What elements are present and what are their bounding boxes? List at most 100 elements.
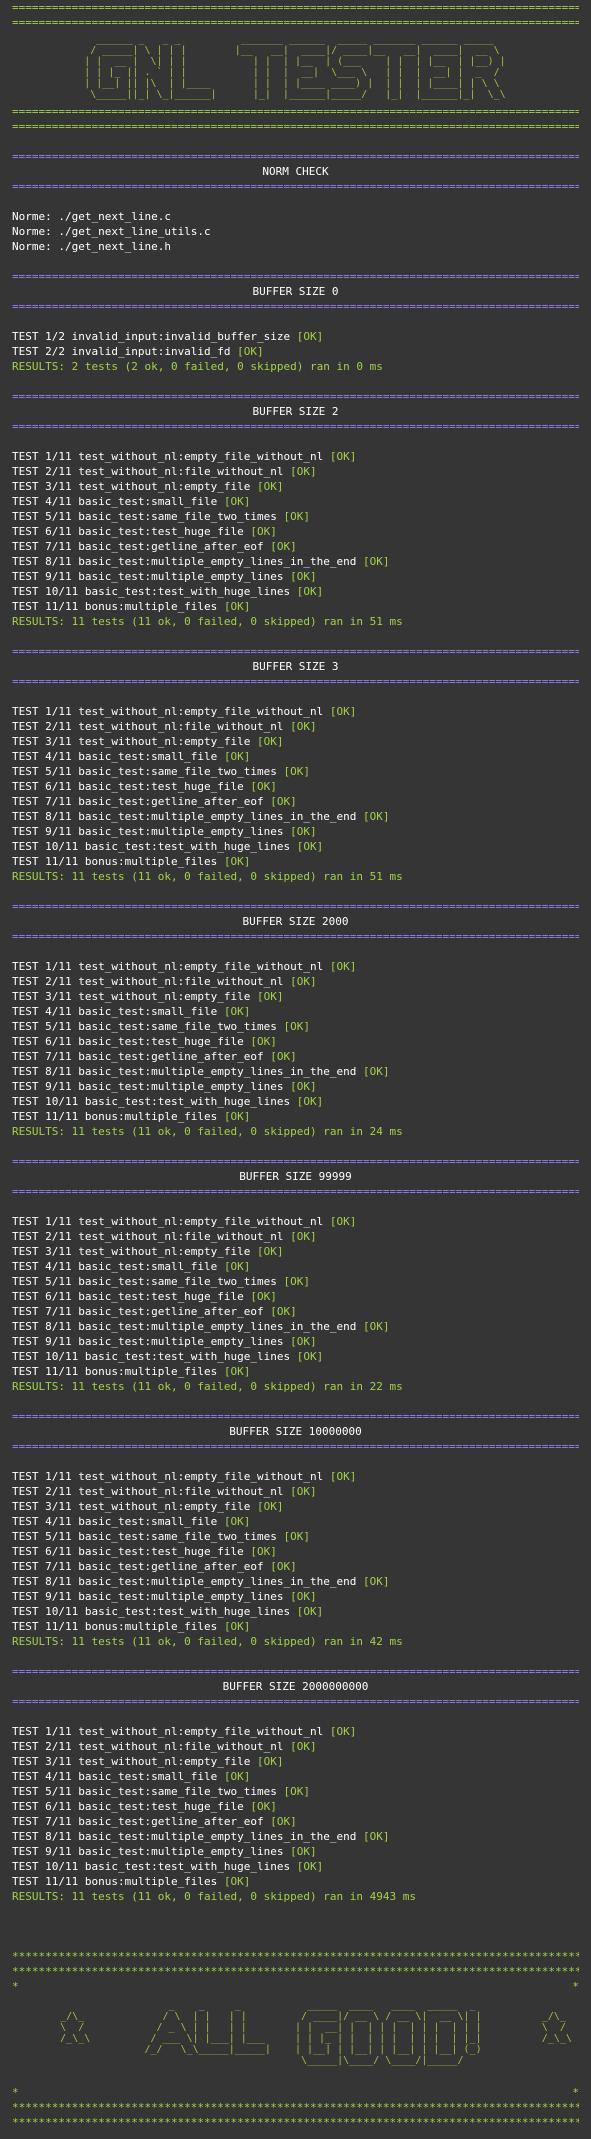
ok-badge: [OK] [223,1005,251,1018]
ok-badge: [OK] [290,825,317,838]
test-name: TEST 6/11 basic_test:test_huge_file [12,1545,244,1558]
ok-badge: [OK] [223,1515,251,1528]
ok-badge: [OK] [296,1095,324,1108]
section-title: BUFFER SIZE 0 [252,285,339,298]
ok-badge: [OK] [250,1035,277,1048]
test-name: TEST 3/11 test_without_nl:empty_file [12,480,251,493]
test-result-row: TEST 2/11 test_without_nl:file_without_n… [12,974,579,989]
ok-badge: [OK] [363,1320,390,1333]
test-result-row: TEST 1/11 test_without_nl:empty_file_wit… [12,1469,579,1484]
ok-badge: [OK] [257,480,284,493]
separator-line: ========================================… [12,1410,579,1423]
separator-line: ========================================… [12,1440,579,1453]
ok-badge: [OK] [223,1260,251,1273]
ok-badge: [OK] [223,1770,251,1783]
results-summary: RESULTS: 11 tests (11 ok, 0 failed, 0 sk… [12,1635,403,1648]
test-name: TEST 11/11 bonus:multiple_files [12,600,218,613]
test-result-row: TEST 9/11 basic_test:multiple_empty_line… [12,1844,579,1859]
test-name: TEST 4/11 basic_test:small_file [12,1005,218,1018]
test-name: TEST 1/11 test_without_nl:empty_file_wit… [12,1470,324,1483]
terminal-output: ========================================… [0,0,591,2139]
test-result-row: TEST 7/11 basic_test:getline_after_eof [… [12,1049,579,1064]
buffer-section: ========================================… [12,1409,579,1664]
separator-line: ========================================… [12,270,579,283]
ok-badge: [OK] [270,1815,297,1828]
test-result-row: TEST 2/11 test_without_nl:file_without_n… [12,1484,579,1499]
ok-badge: [OK] [283,1275,311,1288]
test-result-row: TEST 2/11 test_without_nl:file_without_n… [12,1229,579,1244]
test-name: TEST 4/11 basic_test:small_file [12,1770,218,1783]
test-result-row: TEST 8/11 basic_test:multiple_empty_line… [12,1829,579,1844]
test-name: TEST 4/11 basic_test:small_file [12,750,218,763]
buffer-section: ========================================… [12,1664,579,1919]
ok-badge: [OK] [223,1110,251,1123]
separator-line: ========================================… [12,16,579,29]
test-result-row: TEST 6/11 basic_test:test_huge_file [OK] [12,524,579,539]
ok-badge: [OK] [250,1800,277,1813]
test-result-row: TEST 10/11 basic_test:test_with_huge_lin… [12,584,579,599]
test-result-row: TEST 8/11 basic_test:multiple_empty_line… [12,554,579,569]
stars-line: ****************************************… [12,2116,579,2129]
test-name: TEST 3/11 test_without_nl:empty_file [12,1755,251,1768]
norm-line: Norme: ./get_next_line.h [12,240,171,253]
test-result-row: TEST 8/11 basic_test:multiple_empty_line… [12,1064,579,1079]
test-name: TEST 1/11 test_without_nl:empty_file_wit… [12,1215,324,1228]
test-name: TEST 8/11 basic_test:multiple_empty_line… [12,810,357,823]
test-name: TEST 10/11 basic_test:test_with_huge_lin… [12,1350,291,1363]
test-name: TEST 10/11 basic_test:test_with_huge_lin… [12,840,291,853]
test-name: TEST 11/11 bonus:multiple_files [12,1110,218,1123]
test-result-row: TEST 7/11 basic_test:getline_after_eof [… [12,1559,579,1574]
separator-line: ========================================… [12,300,579,313]
test-name: TEST 10/11 basic_test:test_with_huge_lin… [12,1605,291,1618]
ok-badge: [OK] [223,855,251,868]
test-result-row: TEST 4/11 basic_test:small_file [OK] [12,1514,579,1529]
ok-badge: [OK] [290,1590,317,1603]
test-result-row: TEST 1/11 test_without_nl:empty_file_wit… [12,1724,579,1739]
separator-line: ========================================… [12,675,579,688]
section-title: BUFFER SIZE 10000000 [229,1425,362,1438]
test-result-row: TEST 3/11 test_without_nl:empty_file [OK… [12,479,579,494]
test-result-row: TEST 6/11 basic_test:test_huge_file [OK] [12,779,579,794]
section-title: BUFFER SIZE 3 [252,660,339,673]
ok-badge: [OK] [257,1755,284,1768]
test-result-row: TEST 10/11 basic_test:test_with_huge_lin… [12,1859,579,1874]
separator-line: ========================================… [12,1695,579,1708]
test-name: TEST 9/11 basic_test:multiple_empty_line… [12,1080,284,1093]
test-result-row: TEST 1/11 test_without_nl:empty_file_wit… [12,704,579,719]
test-name: TEST 5/11 basic_test:same_file_two_times [12,1785,277,1798]
separator-line: ========================================… [12,1,579,14]
test-result-row: TEST 11/11 bonus:multiple_files [OK] [12,854,579,869]
test-result-row: TEST 4/11 basic_test:small_file [OK] [12,749,579,764]
separator-line: ========================================… [12,1185,579,1198]
test-name: TEST 8/11 basic_test:multiple_empty_line… [12,555,357,568]
test-result-row: TEST 10/11 basic_test:test_with_huge_lin… [12,1094,579,1109]
test-name: TEST 3/11 test_without_nl:empty_file [12,990,251,1003]
ok-badge: [OK] [270,1050,297,1063]
buffer-section: ========================================… [12,269,579,389]
test-name: TEST 2/11 test_without_nl:file_without_n… [12,720,284,733]
ok-badge: [OK] [290,1740,317,1753]
test-result-row: TEST 4/11 basic_test:small_file [OK] [12,1769,579,1784]
test-result-row: TEST 6/11 basic_test:test_huge_file [OK] [12,1034,579,1049]
stars-line: * * [12,1980,579,1993]
test-name: TEST 7/11 basic_test:getline_after_eof [12,1305,264,1318]
section-title: BUFFER SIZE 99999 [239,1170,352,1183]
buffer-section: ========================================… [12,1154,579,1409]
separator-line: ========================================… [12,930,579,943]
test-result-row: TEST 4/11 basic_test:small_file [OK] [12,1259,579,1274]
results-summary: RESULTS: 11 tests (11 ok, 0 failed, 0 sk… [12,1380,403,1393]
test-name: TEST 11/11 bonus:multiple_files [12,1365,218,1378]
ok-badge: [OK] [329,1470,357,1483]
ok-badge: [OK] [329,960,357,973]
test-name: TEST 5/11 basic_test:same_file_two_times [12,1275,277,1288]
ok-badge: [OK] [257,990,284,1003]
buffer-sections: ========================================… [12,269,579,1919]
test-result-row: TEST 2/11 test_without_nl:file_without_n… [12,464,579,479]
test-name: TEST 8/11 basic_test:multiple_empty_line… [12,1320,357,1333]
ok-badge: [OK] [223,1365,251,1378]
